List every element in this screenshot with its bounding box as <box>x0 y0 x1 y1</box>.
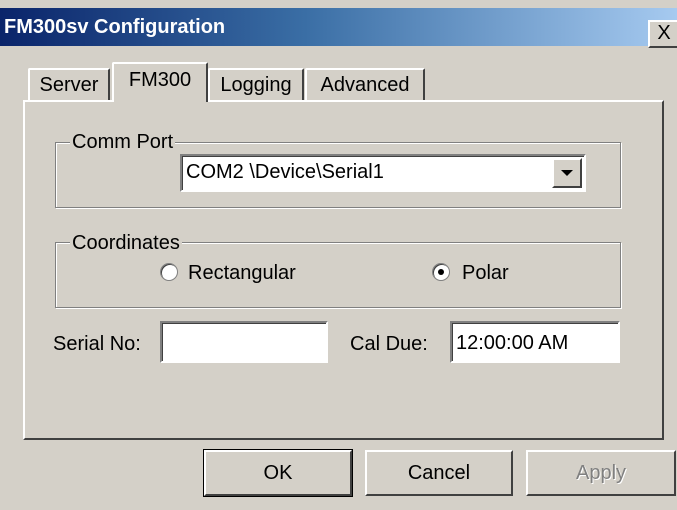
cal-due-label: Cal Due: <box>350 333 428 355</box>
polar-label[interactable]: Polar <box>462 261 509 285</box>
cal-due-value: 12:00:00 AM <box>456 332 569 354</box>
cal-due-input[interactable]: 12:00:00 AM <box>450 321 620 363</box>
window-title: FM300sv Configuration <box>4 16 226 38</box>
radio-selected-dot <box>438 269 444 275</box>
polar-radio[interactable] <box>432 263 450 281</box>
chevron-down-icon <box>561 170 573 176</box>
close-icon: X <box>657 22 671 44</box>
apply-button[interactable]: Apply <box>526 450 676 496</box>
comm-port-select[interactable]: COM2 \Device\Serial1 <box>180 154 586 192</box>
comm-port-value: COM2 \Device\Serial1 <box>186 161 384 183</box>
rectangular-label[interactable]: Rectangular <box>188 261 296 285</box>
cancel-button[interactable]: Cancel <box>365 450 513 496</box>
tab-server[interactable]: Server <box>28 68 110 100</box>
comm-port-dropdown-button[interactable] <box>552 158 582 188</box>
config-dialog: FM300sv Configuration X Server FM300 Log… <box>0 0 677 510</box>
tab-logging[interactable]: Logging <box>208 68 304 100</box>
comm-port-label: Comm Port <box>70 131 176 153</box>
serial-no-input[interactable] <box>160 321 328 363</box>
tab-advanced[interactable]: Advanced <box>305 68 425 100</box>
rectangular-radio[interactable] <box>160 263 178 281</box>
tab-fm300[interactable]: FM300 <box>112 62 208 102</box>
ok-button[interactable]: OK <box>203 449 353 497</box>
coordinates-label: Coordinates <box>70 232 182 254</box>
close-button[interactable]: X <box>648 20 677 48</box>
serial-no-label: Serial No: <box>53 333 141 355</box>
title-bar[interactable]: FM300sv Configuration X <box>0 8 677 48</box>
